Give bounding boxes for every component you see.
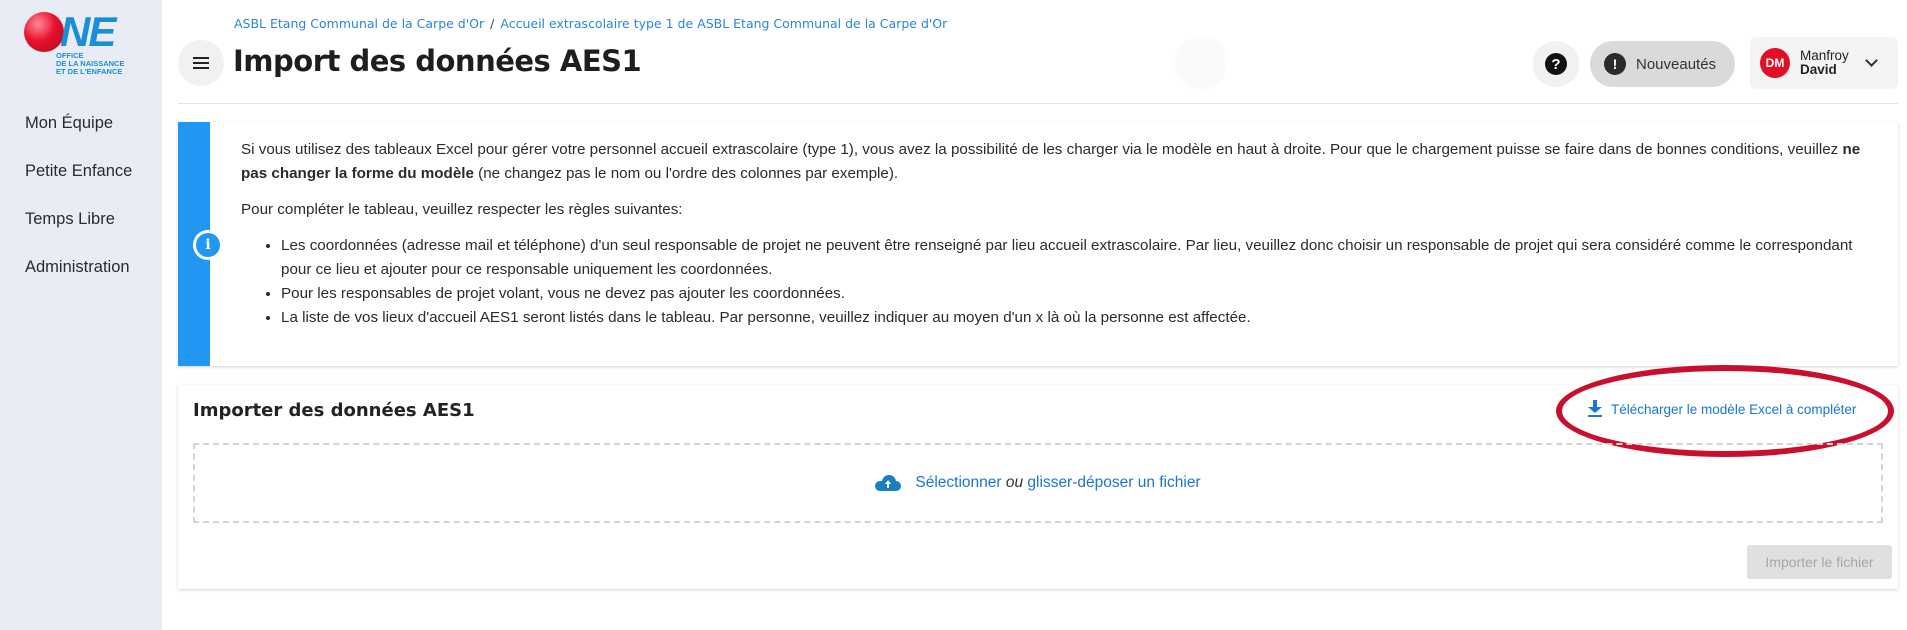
- info-text: Si vous utilisez des tableaux Excel pour…: [241, 138, 1881, 330]
- info-paragraph-intro: Si vous utilisez des tableaux Excel pour…: [241, 138, 1881, 186]
- info-card: i Si vous utilisez des tableaux Excel po…: [178, 122, 1898, 366]
- dropzone-text: Sélectionner ou glisser-déposer un fichi…: [915, 474, 1200, 492]
- download-template-link[interactable]: Télécharger le modèle Excel à compléter: [1588, 400, 1856, 418]
- page-title: Import des données AES1: [233, 44, 642, 78]
- sidebar-item-administration[interactable]: Administration: [25, 256, 132, 304]
- rule-item: Les coordonnées (adresse mail et télépho…: [281, 234, 1881, 282]
- breadcrumb-separator: /: [490, 16, 495, 31]
- news-label: Nouveautés: [1636, 55, 1717, 73]
- rules-list: Les coordonnées (adresse mail et télépho…: [281, 234, 1881, 330]
- breadcrumb-item-accueil[interactable]: Accueil extrascolaire type 1 de ASBL Eta…: [500, 16, 947, 31]
- dropzone-select-text: Sélectionner: [915, 474, 1006, 491]
- file-dropzone[interactable]: Sélectionner ou glisser-déposer un fichi…: [193, 443, 1883, 523]
- sidebar-item-mon-equipe[interactable]: Mon Équipe: [25, 112, 132, 160]
- breadcrumb-item-asbl[interactable]: ASBL Etang Communal de la Carpe d'Or: [234, 16, 484, 31]
- rule-item: La liste de vos lieux d'accueil AES1 ser…: [281, 306, 1881, 330]
- import-card: Importer des données AES1 Télécharger le…: [178, 365, 1898, 589]
- help-icon: ?: [1545, 53, 1567, 75]
- rule-item: Pour les responsables de projet volant, …: [281, 282, 1881, 306]
- user-first-line: Manfroy: [1800, 48, 1849, 63]
- menu-button[interactable]: [178, 40, 224, 86]
- info-paragraph-rules-intro: Pour compléter le tableau, veuillez resp…: [241, 201, 683, 218]
- sidebar-item-temps-libre[interactable]: Temps Libre: [25, 208, 132, 256]
- header-divider: [178, 103, 1898, 104]
- info-text-span: Si vous utilisez des tableaux Excel pour…: [241, 141, 1843, 158]
- download-icon: [1588, 400, 1602, 418]
- chevron-down-icon: [1864, 53, 1878, 67]
- download-template-label: Télécharger le modèle Excel à compléter: [1611, 401, 1857, 417]
- news-button[interactable]: ! Nouveautés: [1590, 41, 1735, 87]
- user-names: Manfroy David: [1800, 49, 1849, 77]
- logo-tagline-line: et de l'enfance: [56, 67, 123, 76]
- hamburger-icon: [193, 62, 209, 64]
- one-logo[interactable]: NE Office de la naissance et de l'enfanc…: [22, 8, 134, 80]
- import-title: Importer des données AES1: [193, 400, 475, 421]
- breadcrumb: ASBL Etang Communal de la Carpe d'Or / Acc…: [234, 16, 947, 31]
- user-second-line: David: [1800, 62, 1837, 77]
- cloud-upload-icon: [875, 475, 902, 491]
- logo-tagline: Office de la naissance et de l'enfance: [56, 52, 124, 76]
- news-alert-icon: !: [1604, 53, 1626, 75]
- sidebar-nav: Mon Équipe Petite Enfance Temps Libre Ad…: [25, 112, 132, 304]
- dropzone-drop-text: glisser-déposer un fichier: [1023, 474, 1201, 491]
- info-icon: i: [193, 230, 223, 260]
- sidebar: NE Office de la naissance et de l'enfanc…: [0, 0, 162, 630]
- logo-text: NE: [60, 8, 116, 55]
- avatar: DM: [1760, 48, 1790, 78]
- user-menu-button[interactable]: DM Manfroy David: [1750, 37, 1898, 89]
- info-text-span: (ne changez pas le nom ou l'ordre des co…: [473, 165, 899, 182]
- sidebar-item-petite-enfance[interactable]: Petite Enfance: [25, 160, 132, 208]
- import-file-button[interactable]: Importer le fichier: [1747, 545, 1892, 579]
- logo-ball-icon: [24, 12, 64, 52]
- help-button[interactable]: ?: [1533, 41, 1579, 87]
- dropzone-or-text: ou: [1005, 474, 1024, 491]
- loading-spinner: [1177, 39, 1225, 87]
